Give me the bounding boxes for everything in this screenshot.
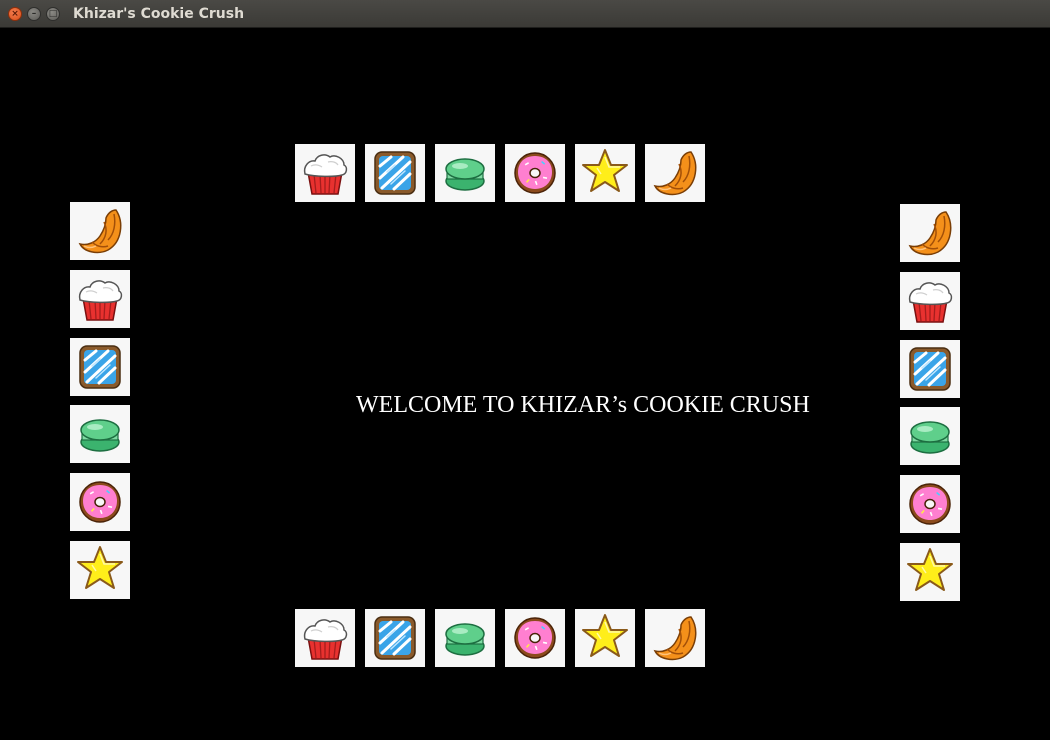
top-tile-donut[interactable] [505,144,565,202]
cupcake-icon [908,282,953,323]
window-close-button[interactable]: × [8,7,22,21]
right-tile-danish[interactable] [900,340,960,398]
macaron-icon [445,623,485,656]
bottom-tile-danish[interactable] [365,609,425,667]
danish-icon [374,616,416,660]
top-tile-macaron[interactable] [435,144,495,202]
top-tile-danish[interactable] [365,144,425,202]
right-tile-croissant[interactable] [900,204,960,262]
right-tile-macaron[interactable] [900,407,960,465]
window-minimize-button[interactable]: – [27,7,41,21]
left-tile-donut[interactable] [70,473,130,531]
game-board: WELCOME TO KHIZAR’s COOKIE CRUSH [0,28,1050,740]
star-cookie-icon [582,614,628,657]
macaron-icon [80,419,120,452]
donut-icon [79,481,121,523]
right-tile-cupcake[interactable] [900,272,960,330]
croissant-icon [653,151,697,196]
left-tile-star-cookie[interactable] [70,541,130,599]
donut-icon [514,617,556,659]
star-cookie-icon [907,548,953,591]
right-tile-donut[interactable] [900,475,960,533]
danish-icon [79,345,121,389]
donut-icon [909,483,951,525]
window-title: Khizar's Cookie Crush [73,6,245,22]
top-tile-croissant[interactable] [645,144,705,202]
window-maximize-button[interactable]: □ [46,7,60,21]
cupcake-icon [78,280,123,321]
top-tile-star-cookie[interactable] [575,144,635,202]
macaron-icon [445,158,485,191]
danish-icon [374,151,416,195]
bottom-tile-donut[interactable] [505,609,565,667]
bottom-tile-macaron[interactable] [435,609,495,667]
right-tile-star-cookie[interactable] [900,543,960,601]
croissant-icon [78,209,122,254]
bottom-tile-cupcake[interactable] [295,609,355,667]
top-tile-cupcake[interactable] [295,144,355,202]
cupcake-icon [303,154,348,195]
macaron-icon [910,421,950,454]
croissant-icon [653,616,697,661]
star-cookie-icon [582,149,628,192]
bottom-tile-croissant[interactable] [645,609,705,667]
donut-icon [514,152,556,194]
croissant-icon [908,211,952,256]
left-tile-macaron[interactable] [70,405,130,463]
star-cookie-icon [77,546,123,589]
welcome-message: WELCOME TO KHIZAR’s COOKIE CRUSH [356,392,810,418]
bottom-tile-star-cookie[interactable] [575,609,635,667]
left-tile-cupcake[interactable] [70,270,130,328]
danish-icon [909,347,951,391]
window-titlebar: × – □ Khizar's Cookie Crush [0,0,1050,28]
cupcake-icon [303,619,348,660]
left-tile-croissant[interactable] [70,202,130,260]
left-tile-danish[interactable] [70,338,130,396]
